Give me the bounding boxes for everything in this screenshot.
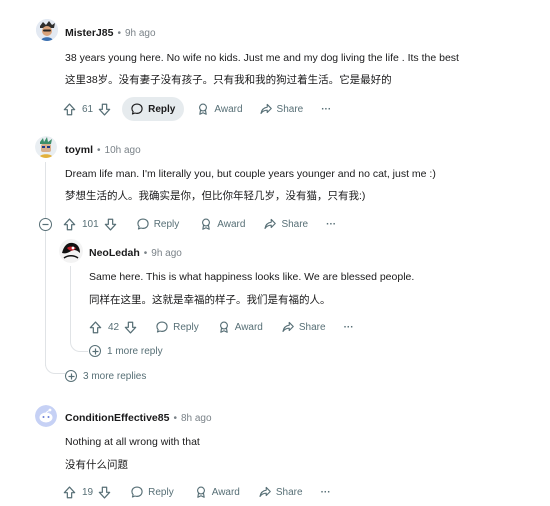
- award-icon: [196, 102, 210, 116]
- comment-time[interactable]: 8h ago: [181, 413, 212, 424]
- share-icon: [258, 485, 272, 499]
- comment-bubble-icon: [136, 217, 150, 231]
- upvote-icon[interactable]: [62, 212, 77, 236]
- share-button[interactable]: Share: [259, 97, 304, 121]
- more-replies-label: 1 more reply: [107, 345, 163, 357]
- comment-text-zh: 这里38岁。没有妻子没有孩子。只有我和我的狗过着生活。它是最好的: [65, 74, 392, 86]
- comment-text-en: Same here. This is what happiness looks …: [89, 271, 415, 283]
- reply-button[interactable]: Reply: [130, 480, 174, 504]
- award-icon: [199, 217, 213, 231]
- plus-circle-icon: [65, 370, 77, 382]
- more-options-button[interactable]: ···: [326, 212, 336, 236]
- more-options-button[interactable]: ···: [344, 315, 354, 339]
- separator-dot: •: [173, 412, 177, 424]
- downvote-icon[interactable]: [97, 97, 112, 121]
- separator-dot: •: [117, 27, 121, 39]
- vote-score: 19: [82, 486, 94, 498]
- award-label: Award: [214, 103, 243, 115]
- vote-score: 101: [82, 218, 99, 230]
- thread-line-main: [45, 162, 46, 366]
- award-icon: [217, 320, 231, 334]
- plus-circle-icon: [89, 345, 101, 357]
- minus-circle-icon: [42, 223, 49, 226]
- avatar-neoledah[interactable]: [59, 239, 83, 263]
- thread-line-nested: [70, 266, 71, 336]
- comment-actions: 101 Reply Award Share ···: [62, 212, 336, 236]
- share-button[interactable]: Share: [258, 480, 303, 504]
- comment-actions: 61 Reply Award Share ···: [62, 97, 331, 121]
- comment-header: toyml • 10h ago: [65, 144, 141, 156]
- reply-button[interactable]: Reply: [155, 315, 199, 339]
- award-button[interactable]: Award: [194, 480, 240, 504]
- award-button[interactable]: Award: [199, 212, 245, 236]
- comment-actions: 42 Reply Award Share ···: [88, 315, 354, 339]
- more-options-button[interactable]: ···: [321, 480, 331, 504]
- share-button[interactable]: Share: [263, 212, 308, 236]
- upvote-icon[interactable]: [62, 97, 77, 121]
- downvote-icon[interactable]: [97, 480, 112, 504]
- more-replies-link[interactable]: 1 more reply: [89, 345, 163, 357]
- award-label: Award: [217, 218, 246, 230]
- reply-label: Reply: [148, 486, 174, 498]
- comment-text-en: Nothing at all wrong with that: [65, 436, 200, 448]
- share-icon: [281, 320, 295, 334]
- reply-button[interactable]: Reply: [122, 97, 185, 121]
- reply-label: Reply: [148, 103, 176, 115]
- share-button[interactable]: Share: [281, 315, 326, 339]
- upvote-icon[interactable]: [62, 480, 77, 504]
- comment-actions: 19 Reply Award Share ···: [62, 480, 331, 504]
- separator-dot: •: [97, 144, 101, 156]
- award-button[interactable]: Award: [196, 97, 243, 121]
- author-name[interactable]: toyml: [65, 144, 93, 156]
- comment-text-en: 38 years young here. No wife no kids. Ju…: [65, 52, 459, 64]
- avatar-toyml[interactable]: [35, 136, 57, 158]
- thread-line-main-curve: [45, 352, 65, 374]
- comment-bubble-icon: [130, 102, 144, 116]
- share-label: Share: [298, 321, 326, 333]
- comment-header: MisterJ85 • 9h ago: [65, 27, 156, 39]
- thread-line-nested-curve: [70, 330, 88, 352]
- share-icon: [263, 217, 277, 231]
- comment-bubble-icon: [130, 485, 144, 499]
- comment-time[interactable]: 10h ago: [105, 145, 141, 156]
- author-name[interactable]: ConditionEffective85: [65, 412, 169, 424]
- upvote-icon[interactable]: [88, 315, 103, 339]
- more-replies-label: 3 more replies: [83, 370, 147, 382]
- award-label: Award: [234, 321, 263, 333]
- share-label: Share: [276, 103, 304, 115]
- reply-label: Reply: [153, 218, 180, 230]
- more-options-button[interactable]: ···: [321, 97, 331, 121]
- comment-text-zh: 梦想生活的人。我确实是你，但比你年轻几岁，没有猫，只有我:): [65, 190, 366, 202]
- vote-score: 42: [108, 321, 120, 333]
- more-replies-link[interactable]: 3 more replies: [65, 370, 146, 382]
- reply-label: Reply: [173, 321, 199, 333]
- comment-header: NeoLedah • 9h ago: [89, 247, 182, 259]
- reply-button[interactable]: Reply: [136, 212, 180, 236]
- comment-time[interactable]: 9h ago: [125, 28, 156, 39]
- vote-score: 61: [82, 103, 94, 115]
- author-name[interactable]: NeoLedah: [89, 247, 140, 259]
- comment-bubble-icon: [155, 320, 169, 334]
- downvote-icon[interactable]: [103, 212, 118, 236]
- collapse-thread-button[interactable]: [39, 218, 52, 231]
- author-name[interactable]: MisterJ85: [65, 27, 113, 39]
- award-label: Award: [211, 486, 240, 498]
- avatar-misterj85[interactable]: [36, 19, 58, 41]
- comment-text-zh: 同样在这里。这就是幸福的样子。我们是有福的人。: [89, 294, 331, 306]
- comment-time[interactable]: 9h ago: [151, 248, 182, 259]
- comment-text-zh: 没有什么问题: [65, 459, 128, 471]
- award-icon: [194, 485, 208, 499]
- downvote-icon[interactable]: [123, 315, 138, 339]
- share-icon: [259, 102, 273, 116]
- separator-dot: •: [143, 247, 148, 259]
- comment-text-en: Dream life man. I'm literally you, but c…: [65, 168, 436, 180]
- share-label: Share: [275, 486, 303, 498]
- share-label: Share: [281, 218, 309, 230]
- award-button[interactable]: Award: [217, 315, 263, 339]
- comment-header: ConditionEffective85 • 8h ago: [65, 412, 212, 424]
- avatar-conditioneffective85[interactable]: [35, 405, 57, 427]
